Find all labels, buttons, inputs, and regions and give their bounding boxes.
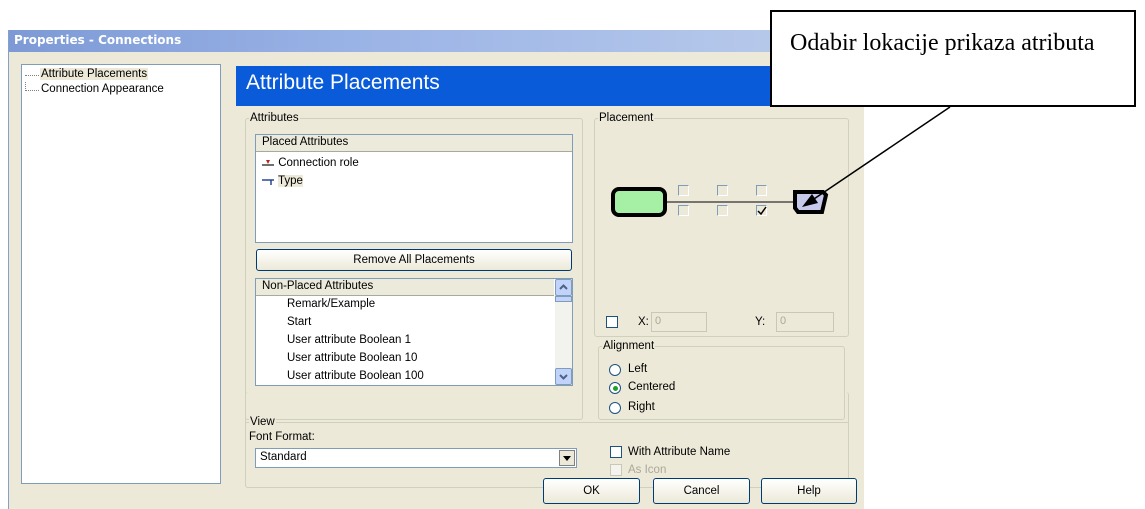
ok-button[interactable]: OK — [543, 478, 640, 504]
vertical-scrollbar[interactable] — [555, 279, 572, 385]
list-item-label: Connection role — [278, 157, 359, 169]
placement-legend: Placement — [599, 112, 654, 124]
list-item[interactable]: Remark/Example — [287, 298, 375, 310]
scroll-down-button[interactable] — [555, 368, 572, 385]
placement-checkbox-bottom-center[interactable] — [717, 205, 728, 216]
placement-checkbox-top-left[interactable] — [678, 185, 689, 196]
y-coordinate-field[interactable]: 0 — [776, 312, 834, 332]
list-item[interactable]: Type — [261, 175, 303, 187]
help-button[interactable]: Help — [761, 478, 857, 504]
tree-item-label: Attribute Placements — [40, 68, 149, 80]
list-item[interactable]: Connection role — [261, 157, 359, 169]
list-item-label: Type — [278, 175, 303, 187]
placement-checkbox-top-center[interactable] — [717, 185, 728, 196]
chevron-up-icon — [559, 284, 568, 290]
page-header: Attribute Placements — [236, 66, 854, 106]
callout-box: Odabir lokacije prikaza atributa — [770, 10, 1136, 107]
list-item[interactable]: Start — [287, 316, 311, 328]
font-format-value: Standard — [260, 451, 307, 463]
callout-text: Odabir lokacije prikaza atributa — [790, 30, 1095, 56]
alignment-legend: Alignment — [603, 340, 655, 352]
non-placed-attributes-header[interactable]: Non-Placed Attributes — [256, 279, 554, 296]
as-icon-checkbox[interactable] — [610, 464, 622, 476]
scroll-up-button[interactable] — [555, 279, 572, 296]
alignment-left-label: Left — [628, 363, 648, 375]
as-icon-label: As Icon — [628, 464, 667, 476]
x-label: X: — [638, 316, 649, 328]
font-format-label: Font Format: — [249, 431, 315, 443]
source-object-shape — [611, 187, 667, 217]
cancel-button[interactable]: Cancel — [653, 478, 750, 504]
placed-attributes-list[interactable]: Placed Attributes Connection role Type — [255, 134, 573, 243]
tree-item-label: Connection Appearance — [41, 83, 164, 95]
connection-role-icon — [262, 159, 274, 166]
list-item[interactable]: User attribute Boolean 100 — [287, 370, 424, 382]
page-title: Attribute Placements — [246, 71, 440, 94]
remove-all-placements-button[interactable]: Remove All Placements — [256, 249, 572, 271]
placement-checkbox-bottom-right[interactable] — [756, 205, 767, 216]
view-group — [245, 392, 849, 488]
placement-checkbox-bottom-left[interactable] — [678, 205, 689, 216]
chevron-down-icon — [559, 374, 568, 380]
list-item[interactable]: User attribute Boolean 10 — [287, 352, 417, 364]
scroll-thumb[interactable] — [555, 296, 572, 302]
y-label: Y: — [755, 316, 766, 328]
target-object-shape — [793, 190, 829, 214]
x-coordinate-field[interactable]: 0 — [651, 312, 707, 332]
with-attribute-name-label: With Attribute Name — [628, 446, 731, 458]
dropdown-button[interactable] — [559, 450, 575, 466]
placed-attributes-header[interactable]: Placed Attributes — [256, 135, 572, 152]
xy-offset-checkbox[interactable] — [606, 316, 618, 328]
non-placed-attributes-list[interactable]: Non-Placed Attributes Remark/Example Sta… — [255, 278, 573, 386]
title-bar[interactable]: Properties - Connections — [9, 30, 865, 52]
font-format-select[interactable]: Standard — [255, 448, 577, 468]
check-icon — [757, 206, 767, 216]
window-title: Properties - Connections — [14, 33, 182, 47]
placement-checkbox-top-right[interactable] — [756, 185, 767, 196]
alignment-left-radio[interactable] — [609, 364, 621, 376]
view-legend: View — [249, 416, 276, 428]
with-attribute-name-checkbox[interactable] — [610, 446, 622, 458]
properties-dialog: Properties - Connections Attribute Place… — [8, 30, 865, 509]
type-icon — [262, 179, 274, 185]
navigation-tree: Attribute Placements Connection Appearan… — [21, 64, 221, 484]
list-item[interactable]: User attribute Boolean 1 — [287, 334, 411, 346]
attributes-legend: Attributes — [250, 112, 299, 124]
dropdown-arrow-icon — [563, 456, 571, 461]
